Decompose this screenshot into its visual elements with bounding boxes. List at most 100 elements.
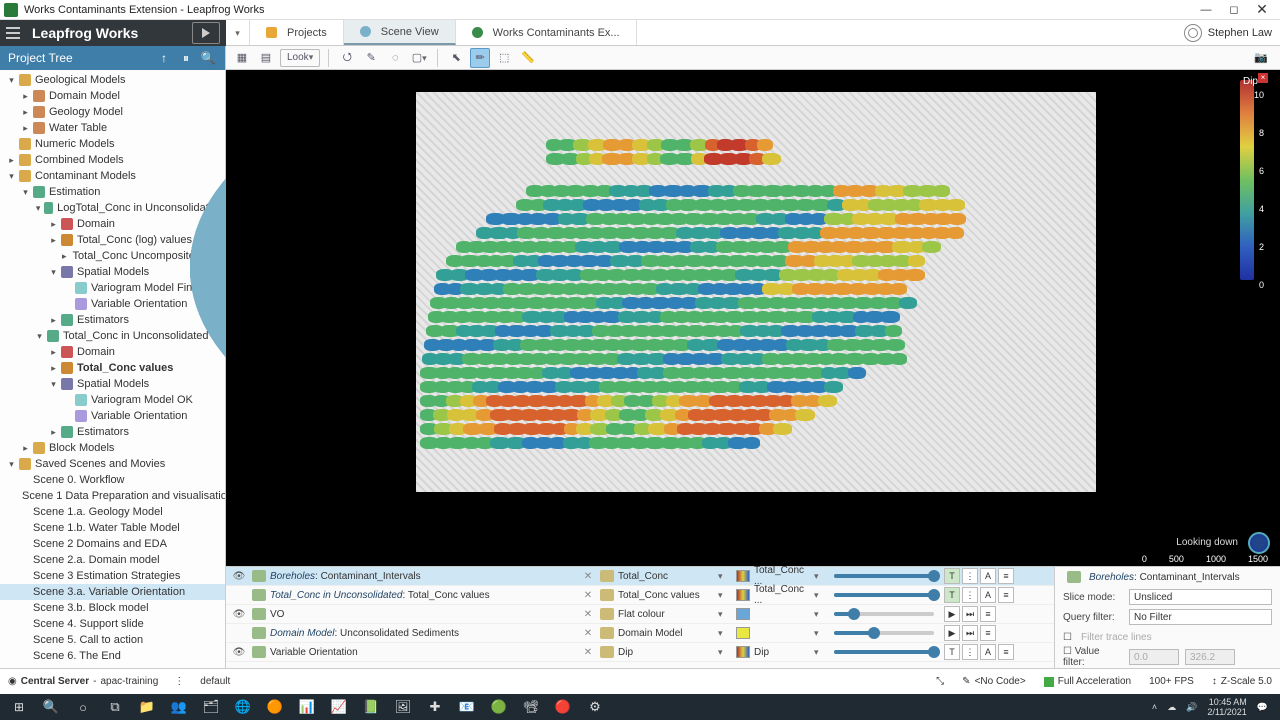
tree-item[interactable]: ▾Total_Conc in Unconsolidated	[0, 328, 225, 344]
tree-item[interactable]: Scene 1.a. Geology Model	[0, 504, 225, 520]
expand-icon[interactable]	[20, 603, 31, 614]
expand-icon[interactable]	[20, 539, 31, 550]
style-button[interactable]: ⋮	[962, 587, 978, 603]
style-button[interactable]: ⋮	[962, 644, 978, 660]
clock[interactable]: 10:45 AM2/11/2021	[1207, 697, 1246, 717]
expand-icon[interactable]: ▸	[48, 363, 59, 374]
tree-item[interactable]: ▸Domain	[0, 216, 225, 232]
visibility-toggle[interactable]: 👁	[230, 609, 248, 620]
server-status[interactable]: ◉ Central Server - apac-training	[8, 676, 158, 687]
expand-icon[interactable]: ▾	[6, 75, 17, 86]
layer-row[interactable]: 👁Boreholes: Contaminant_Intervals✕Total_…	[226, 567, 1054, 586]
tree-item[interactable]: ▾Contaminant Models	[0, 168, 225, 184]
style-button[interactable]: T	[944, 587, 960, 603]
tray-icon[interactable]: ☁	[1167, 702, 1176, 713]
tree-item[interactable]: ▾Spatial Models	[0, 376, 225, 392]
tree-item[interactable]: Scene 1.b. Water Table Model	[0, 520, 225, 536]
tree-item[interactable]: Scene 1 Data Preparation and visualisati…	[0, 488, 225, 504]
visibility-toggle[interactable]: 👁	[230, 571, 248, 582]
taskbar-app[interactable]: 🔴	[548, 695, 578, 719]
step-button[interactable]: ⏭	[962, 606, 978, 622]
expand-icon[interactable]: ▾	[48, 267, 59, 278]
axis-icon[interactable]: ⤡	[936, 676, 944, 687]
expand-icon[interactable]	[62, 395, 73, 406]
tree-item[interactable]: ▸Estimators	[0, 312, 225, 328]
tool-ruler[interactable]: 📏	[518, 48, 538, 68]
start-button[interactable]: ⊞	[4, 695, 34, 719]
legend-dropdown[interactable]	[814, 590, 828, 601]
tree-item[interactable]: ▸Water Table	[0, 120, 225, 136]
3d-viewport[interactable]: × Dip 10 8 6 4 2 0 Looking down 05001000…	[226, 70, 1280, 566]
taskbar-app[interactable]: ✚	[420, 695, 450, 719]
layer-row[interactable]: 👁VO✕Flat colour▶⏭≡	[226, 605, 1054, 624]
tree-item[interactable]: Scene 6. The End	[0, 648, 225, 664]
tab-projects[interactable]: Projects	[250, 20, 344, 45]
tree-item[interactable]: Scene 2 Domains and EDA	[0, 536, 225, 552]
layer-row[interactable]: Domain Model: Unconsolidated Sediments✕D…	[226, 624, 1054, 643]
legend-dropdown[interactable]	[814, 647, 828, 658]
cortana-button[interactable]: ○	[68, 695, 98, 719]
more-button[interactable]: ≡	[980, 625, 996, 641]
legend-dropdown[interactable]	[814, 628, 828, 639]
view-front-button[interactable]: ▦	[232, 48, 252, 68]
tool-box[interactable]: ▢	[409, 48, 429, 68]
expand-icon[interactable]: ▸	[48, 219, 59, 230]
tray-up-icon[interactable]: ˄	[1152, 702, 1157, 712]
attr-dropdown[interactable]	[718, 609, 732, 620]
tree-item[interactable]: Scene 2.a. Domain model	[0, 552, 225, 568]
layer-row[interactable]: Total_Conc in Unconsolidated: Total_Conc…	[226, 586, 1054, 605]
remove-layer-button[interactable]: ✕	[580, 571, 596, 582]
tree-item[interactable]: Scene 3.b. Block model	[0, 600, 225, 616]
taskview-button[interactable]: ⧉	[100, 695, 130, 719]
tab-scene-view[interactable]: Scene View	[344, 20, 456, 45]
opacity-slider[interactable]	[834, 574, 934, 578]
opacity-slider[interactable]	[834, 650, 934, 654]
more-button[interactable]: ≡	[998, 644, 1014, 660]
taskbar-app[interactable]: 🟠	[260, 695, 290, 719]
slice-mode-select[interactable]: Unsliced	[1129, 589, 1272, 605]
taskbar-app[interactable]: ⚙	[580, 695, 610, 719]
taskbar-app[interactable]: 📊	[292, 695, 322, 719]
expand-icon[interactable]	[20, 619, 31, 630]
remove-layer-button[interactable]: ✕	[580, 647, 596, 658]
tool-lasso[interactable]: ◌	[385, 48, 405, 68]
tree-item[interactable]: Scene 3 Estimation Strategies	[0, 568, 225, 584]
tree-item[interactable]: Variable Orientation	[0, 408, 225, 424]
opacity-slider[interactable]	[834, 593, 934, 597]
style-button[interactable]: A	[980, 644, 996, 660]
tray-icon[interactable]: 🔊	[1186, 702, 1197, 713]
system-tray[interactable]: ˄ ☁ 🔊 10:45 AM2/11/2021 💬	[1152, 697, 1276, 717]
opacity-slider[interactable]	[834, 631, 934, 635]
expand-icon[interactable]: ▸	[20, 123, 31, 134]
project-tree[interactable]: ▾Geological Models▸Domain Model▸Geology …	[0, 70, 225, 694]
tree-item[interactable]: ▸Estimators	[0, 424, 225, 440]
query-filter-select[interactable]: No Filter	[1129, 609, 1272, 625]
tree-item[interactable]: Scene 4. Support slide	[0, 616, 225, 632]
tree-item[interactable]: ▸Total_Conc values	[0, 360, 225, 376]
color-swatch[interactable]	[736, 570, 750, 582]
user-area[interactable]: Stephen Law	[1184, 22, 1272, 44]
tree-pause-button[interactable]: ⏸	[177, 49, 195, 67]
taskbar-app[interactable]: 🌐	[228, 695, 258, 719]
style-button[interactable]: ⋮	[962, 568, 978, 584]
tree-item[interactable]: ▾LogTotal_Conc in Unconsolidated	[0, 200, 225, 216]
tree-item[interactable]: Scene 0. Workflow	[0, 472, 225, 488]
tool-cursor[interactable]: ⬉	[446, 48, 466, 68]
tree-item[interactable]: ▸Geology Model	[0, 104, 225, 120]
look-button[interactable]: Look	[280, 49, 320, 67]
tree-item[interactable]: Variable Orientation	[0, 296, 225, 312]
more-button[interactable]: ≡	[998, 587, 1014, 603]
play-button[interactable]: ▶	[944, 606, 960, 622]
layer-row[interactable]: 👁Variable Orientation✕DipDipT⋮A≡	[226, 643, 1054, 662]
compass-icon[interactable]	[1248, 532, 1270, 554]
expand-icon[interactable]	[20, 555, 31, 566]
taskbar-app[interactable]: 🗂	[196, 695, 226, 719]
style-button[interactable]: A	[980, 587, 996, 603]
color-legend[interactable]: × Dip 10 8 6 4 2 0	[1236, 80, 1266, 280]
tree-item[interactable]: Variogram Model OK	[0, 392, 225, 408]
expand-icon[interactable]: ▸	[48, 235, 59, 246]
tabs-dropdown[interactable]	[226, 20, 250, 45]
attr-dropdown[interactable]	[718, 571, 732, 582]
play-button[interactable]: ▶	[944, 625, 960, 641]
search-button[interactable]: 🔍	[36, 695, 66, 719]
